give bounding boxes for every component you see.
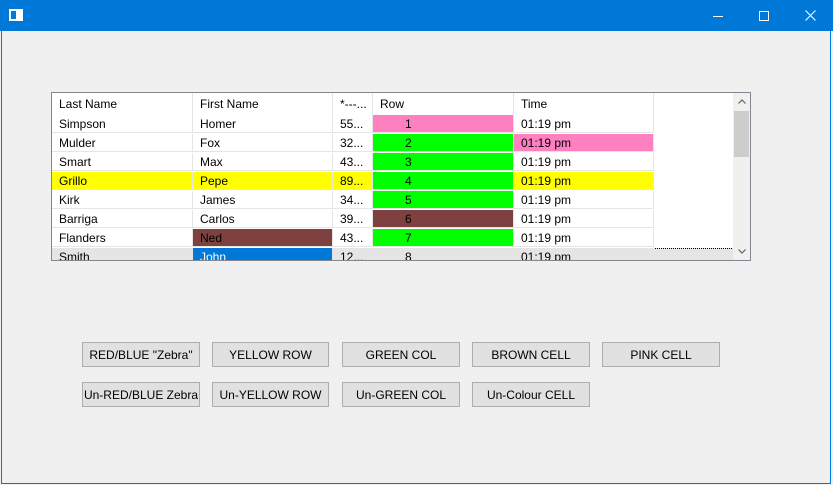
table-row[interactable]: Mulder Fox 32... 2 01:19 pm xyxy=(52,134,734,153)
cell-time[interactable]: 01:19 pm xyxy=(514,210,654,228)
unyellow-row-button[interactable]: Un-YELLOW ROW xyxy=(212,382,329,407)
cell-first-name[interactable]: James xyxy=(193,191,333,209)
cell-time[interactable]: 01:19 pm xyxy=(514,248,654,260)
column-header-row[interactable]: Row xyxy=(373,93,514,115)
cell-third[interactable]: 34... xyxy=(333,191,373,209)
cell-time[interactable]: 01:19 pm xyxy=(514,134,654,152)
table-row-selected[interactable]: Smith John 12... 8 01:19 pm xyxy=(52,248,734,260)
column-header-first-name[interactable]: First Name xyxy=(193,93,333,115)
cell-third[interactable]: 43... xyxy=(333,229,373,247)
ungreen-col-button[interactable]: Un-GREEN COL xyxy=(342,382,460,407)
app-icon xyxy=(9,9,23,21)
table-row[interactable]: Kirk James 34... 5 01:19 pm xyxy=(52,191,734,210)
cell-last-name[interactable]: Kirk xyxy=(52,191,193,209)
pink-cell-button[interactable]: PINK CELL xyxy=(602,342,720,367)
table-row[interactable]: Flanders Ned 43... 7 01:19 pm xyxy=(52,229,734,248)
cell-row[interactable]: 8 xyxy=(373,248,514,260)
cell-last-name[interactable]: Simpson xyxy=(52,115,193,133)
minimize-icon xyxy=(713,15,723,17)
cell-third[interactable]: 89... xyxy=(333,172,373,190)
table-row[interactable]: Simpson Homer 55... 1 01:19 pm xyxy=(52,115,734,134)
uncolour-cell-button[interactable]: Un-Colour CELL xyxy=(472,382,590,407)
brown-cell-button[interactable]: BROWN CELL xyxy=(472,342,590,367)
data-grid[interactable]: Last Name First Name *---... Row Time Si… xyxy=(51,92,751,261)
cell-last-name[interactable]: Grillo xyxy=(52,172,193,190)
column-header-time[interactable]: Time xyxy=(514,93,654,115)
cell-row[interactable]: 7 xyxy=(373,229,514,247)
cell-time[interactable]: 01:19 pm xyxy=(514,153,654,171)
table-row[interactable]: Smart Max 43... 3 01:19 pm xyxy=(52,153,734,172)
cell-last-name[interactable]: Mulder xyxy=(52,134,193,152)
cell-third[interactable]: 43... xyxy=(333,153,373,171)
cell-time[interactable]: 01:19 pm xyxy=(514,229,654,247)
close-icon xyxy=(804,10,816,21)
cell-time[interactable]: 01:19 pm xyxy=(514,172,654,190)
cell-last-name[interactable]: Barriga xyxy=(52,210,193,228)
cell-first-name[interactable]: Fox xyxy=(193,134,333,152)
chevron-up-icon xyxy=(737,99,746,104)
green-col-button[interactable]: GREEN COL xyxy=(342,342,460,367)
cell-last-name[interactable]: Smart xyxy=(52,153,193,171)
cell-row[interactable]: 5 xyxy=(373,191,514,209)
vertical-scrollbar[interactable] xyxy=(733,93,750,260)
title-bar xyxy=(0,0,833,31)
cell-first-name[interactable]: Max xyxy=(193,153,333,171)
scroll-up-button[interactable] xyxy=(733,93,750,110)
column-header-last-name[interactable]: Last Name xyxy=(52,93,193,115)
scrollbar-thumb[interactable] xyxy=(734,111,749,157)
table-row[interactable]: Barriga Carlos 39... 6 01:19 pm xyxy=(52,210,734,229)
maximize-button[interactable] xyxy=(741,0,787,31)
cell-first-name-selected[interactable]: John xyxy=(193,248,333,260)
cell-row[interactable]: 6 xyxy=(373,210,514,228)
cell-first-name[interactable]: Homer xyxy=(193,115,333,133)
column-header-filler xyxy=(654,93,734,115)
yellow-row-button[interactable]: YELLOW ROW xyxy=(212,342,329,367)
cell-third[interactable]: 32... xyxy=(333,134,373,152)
close-button[interactable] xyxy=(787,0,833,31)
cell-time[interactable]: 01:19 pm xyxy=(514,115,654,133)
cell-row[interactable]: 2 xyxy=(373,134,514,152)
cell-last-name[interactable]: Flanders xyxy=(52,229,193,247)
scroll-down-button[interactable] xyxy=(733,243,750,260)
unzebra-button[interactable]: Un-RED/BLUE Zebra xyxy=(82,382,200,407)
cell-last-name[interactable]: Smith xyxy=(52,248,193,260)
cell-first-name[interactable]: Ned xyxy=(193,229,333,247)
cell-row[interactable]: 1 xyxy=(373,115,514,133)
cell-time[interactable]: 01:19 pm xyxy=(514,191,654,209)
cell-first-name[interactable]: Pepe xyxy=(193,172,333,190)
zebra-button[interactable]: RED/BLUE "Zebra" xyxy=(82,342,200,367)
column-header-third[interactable]: *---... xyxy=(333,93,373,115)
cell-third[interactable]: 12... xyxy=(333,248,373,260)
chevron-down-icon xyxy=(737,249,746,254)
cell-first-name[interactable]: Carlos xyxy=(193,210,333,228)
minimize-button[interactable] xyxy=(695,0,741,31)
cell-third[interactable]: 39... xyxy=(333,210,373,228)
cell-row[interactable]: 3 xyxy=(373,153,514,171)
table-row-highlighted[interactable]: Grillo Pepe 89... 4 01:19 pm xyxy=(52,172,734,191)
cell-row[interactable]: 4 xyxy=(373,172,514,190)
maximize-icon xyxy=(759,10,769,21)
cell-third[interactable]: 55... xyxy=(333,115,373,133)
